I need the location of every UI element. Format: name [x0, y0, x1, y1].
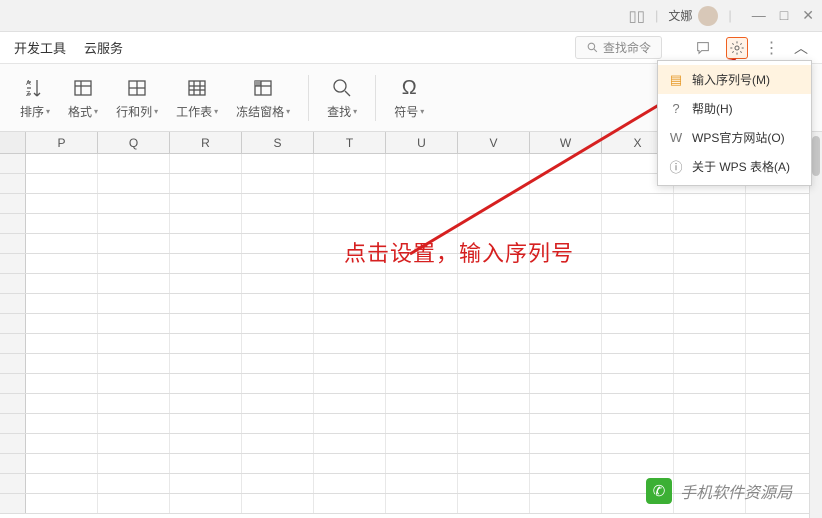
search-icon [586, 41, 599, 54]
help-icon: ? [668, 101, 684, 117]
col-header[interactable]: R [170, 132, 242, 153]
serial-icon: ▤ [668, 72, 684, 88]
window-icon: ▯▯ [628, 7, 645, 25]
col-header[interactable]: S [242, 132, 314, 153]
scrollbar-thumb[interactable] [812, 136, 820, 176]
titlebar: ▯▯ | 文娜 | — □ ✕ [0, 0, 822, 32]
more-icon[interactable]: ⋮ [760, 37, 782, 59]
col-header[interactable]: W [530, 132, 602, 153]
menu-help[interactable]: ? 帮助(H) [658, 94, 811, 123]
ribbon-format[interactable]: 格式▾ [62, 73, 104, 122]
svg-text:A: A [26, 80, 31, 87]
ribbon-find[interactable]: 查找▾ [321, 73, 363, 122]
symbol-icon: Ω [396, 75, 422, 101]
ribbon-rowcol[interactable]: 行和列▾ [110, 73, 164, 122]
ribbon-freeze[interactable]: 冻结窗格▾ [230, 73, 296, 122]
username: 文娜 [668, 7, 692, 24]
menu-about[interactable]: ⓘ 关于 WPS 表格(A) [658, 152, 811, 181]
search-command[interactable]: 查找命令 [575, 36, 662, 59]
window-controls: — □ ✕ [752, 7, 814, 24]
chat-icon[interactable] [692, 37, 714, 59]
tab-cloud[interactable]: 云服务 [84, 38, 123, 57]
select-all-corner[interactable] [0, 132, 26, 153]
vertical-scrollbar[interactable] [809, 132, 822, 518]
freeze-icon [250, 75, 276, 101]
spreadsheet[interactable]: P Q R S T U V W X Y Z [0, 132, 822, 518]
minimize-button[interactable]: — [752, 7, 766, 24]
rows [0, 154, 822, 514]
worksheet-icon [184, 75, 210, 101]
watermark: ✆ 手机软件资源局 [646, 478, 792, 504]
user-info[interactable]: 文娜 [668, 6, 718, 26]
web-icon: W [668, 130, 684, 146]
tab-devtools[interactable]: 开发工具 [14, 38, 66, 57]
search-placeholder: 查找命令 [603, 39, 651, 56]
svg-text:Z: Z [26, 91, 31, 98]
wechat-icon: ✆ [646, 478, 672, 504]
watermark-text: 手机软件资源局 [680, 479, 792, 503]
col-header[interactable]: T [314, 132, 386, 153]
ribbon-sort[interactable]: AZ 排序▾ [14, 73, 56, 122]
settings-dropdown: ▤ 输入序列号(M) ? 帮助(H) W WPS官方网站(O) ⓘ 关于 WPS… [657, 60, 812, 186]
col-header[interactable]: U [386, 132, 458, 153]
format-icon [70, 75, 96, 101]
col-header[interactable]: P [26, 132, 98, 153]
menu-website[interactable]: W WPS官方网站(O) [658, 123, 811, 152]
maximize-button[interactable]: □ [780, 7, 788, 24]
close-button[interactable]: ✕ [802, 7, 814, 24]
rowcol-icon [124, 75, 150, 101]
collapse-ribbon-icon[interactable]: ︿ [794, 38, 808, 58]
annotation-text: 点击设置，输入序列号 [344, 236, 574, 268]
sort-icon: AZ [22, 75, 48, 101]
avatar[interactable] [698, 6, 718, 26]
about-icon: ⓘ [668, 159, 684, 175]
col-header[interactable]: V [458, 132, 530, 153]
settings-button[interactable] [726, 37, 748, 59]
ribbon-worksheet[interactable]: 工作表▾ [170, 73, 224, 122]
menu-serial-number[interactable]: ▤ 输入序列号(M) [658, 65, 811, 94]
ribbon-symbol[interactable]: Ω 符号▾ [388, 73, 430, 122]
find-icon [329, 75, 355, 101]
col-header[interactable]: Q [98, 132, 170, 153]
